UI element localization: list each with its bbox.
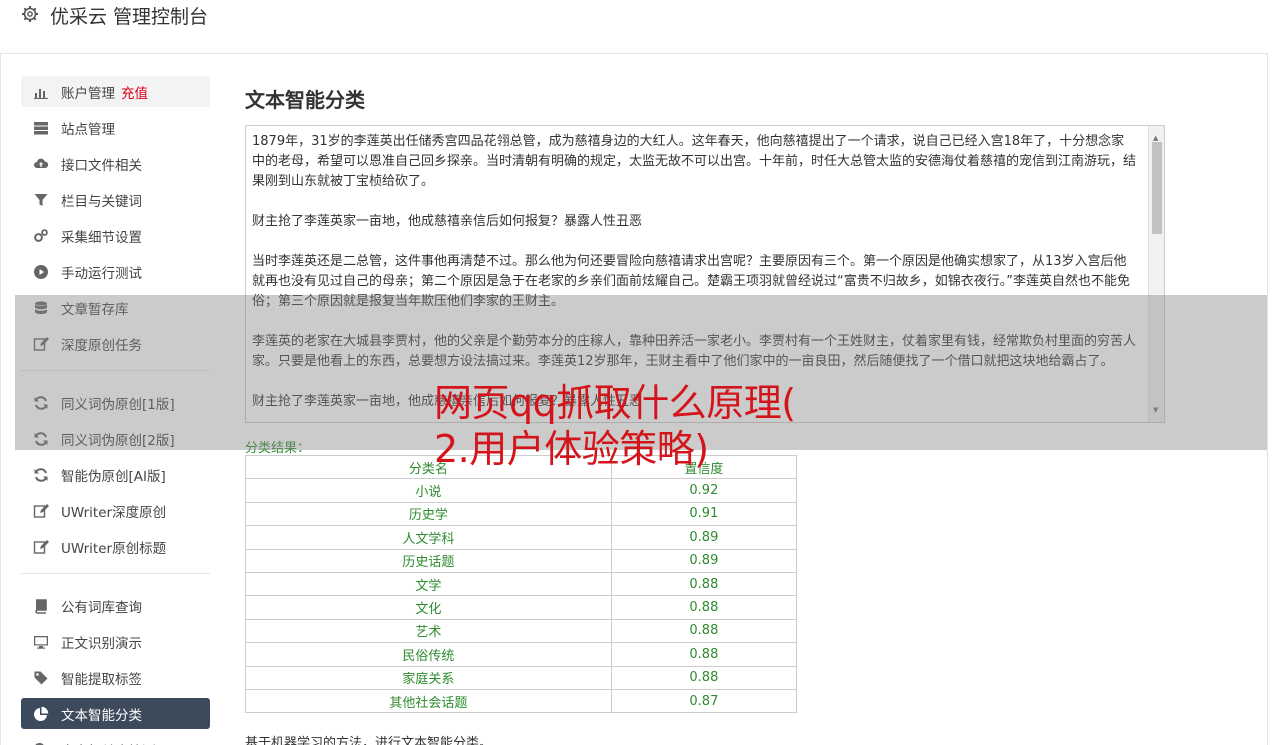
- overlay-headline: 网页qq抓取什么原理( 2.用户体验策略): [434, 380, 796, 472]
- confidence-cell: 0.88: [610, 618, 798, 644]
- sidebar-item-label: UWriter原创标题: [61, 540, 167, 557]
- sidebar-item-2-3[interactable]: 文本智能分类: [21, 698, 210, 729]
- category-cell: 文学: [245, 571, 612, 597]
- sidebar-item-label: 智能伪原创[AI版]: [61, 468, 166, 485]
- confidence-cell: 0.88: [610, 571, 798, 597]
- confidence-cell: 0.88: [610, 595, 798, 620]
- category-cell: 历史话题: [245, 548, 612, 573]
- sidebar-divider: [21, 573, 210, 574]
- table-row: 历史学 0.91: [245, 501, 798, 527]
- table-row: 其他社会话题 0.87: [245, 688, 798, 714]
- sidebar-item-label: 公有词库查询: [61, 599, 142, 616]
- pie-chart-icon: [32, 706, 50, 722]
- sidebar-item-2-4[interactable]: 内容相关度检测: [21, 734, 210, 745]
- gear-icon[interactable]: [20, 4, 40, 24]
- article-paragraph: 财主抢了李莲英家一亩地，他成慈禧亲信后如何报复？暴露人性丑恶: [252, 214, 643, 229]
- sidebar-item-0-1[interactable]: 站点管理: [21, 112, 210, 143]
- sidebar-item-label: UWriter深度原创: [61, 504, 167, 521]
- sidebar-item-label: 正文识别演示: [61, 635, 142, 652]
- table-row: 小说 0.92: [245, 478, 798, 503]
- table-row: 人文学科 0.89: [245, 525, 798, 550]
- sidebar-item-1-4[interactable]: UWriter原创标题: [21, 531, 210, 562]
- sidebar-item-1-3[interactable]: UWriter深度原创: [21, 495, 210, 526]
- sidebar-item-0-2[interactable]: 接口文件相关: [21, 148, 210, 179]
- book-icon: [32, 598, 50, 614]
- confidence-cell: 0.88: [610, 665, 798, 690]
- refresh-icon: [32, 467, 50, 483]
- edit-icon: [32, 503, 50, 519]
- confidence-cell: 0.87: [610, 688, 798, 714]
- recharge-link[interactable]: 充值: [121, 82, 148, 102]
- sidebar-item-label: 手动运行测试: [61, 265, 142, 282]
- table-row: 家庭关系 0.88: [245, 665, 798, 690]
- cogs-icon: [32, 228, 50, 244]
- category-cell: 文化: [245, 595, 612, 620]
- category-cell: 人文学科: [245, 525, 612, 550]
- category-cell: 其他社会话题: [245, 688, 612, 714]
- sidebar-item-label: 文本智能分类: [61, 707, 142, 724]
- category-cell: 艺术: [245, 618, 612, 644]
- sidebar-item-label: 栏目与关键词: [61, 193, 142, 210]
- category-cell: 历史学: [245, 501, 612, 527]
- sidebar-item-2-0[interactable]: 公有词库查询: [21, 590, 210, 621]
- filter-icon: [32, 192, 50, 208]
- table-row: 文学 0.88: [245, 571, 798, 597]
- sidebar-item-0-5[interactable]: 手动运行测试: [21, 256, 210, 287]
- category-cell: 小说: [245, 478, 612, 503]
- app-title: 优采云 管理控制台: [50, 6, 209, 28]
- table-row: 民俗传统 0.88: [245, 642, 798, 667]
- confidence-cell: 0.89: [610, 548, 798, 573]
- headline-line-1: 网页qq抓取什么原理(: [434, 381, 796, 425]
- bar-chart-icon: [32, 84, 50, 100]
- table-row: 历史话题 0.89: [245, 548, 798, 573]
- sidebar-item-2-1[interactable]: 正文识别演示: [21, 626, 210, 657]
- headline-line-2: 2.用户体验策略): [434, 427, 709, 471]
- footnote-text: 基于机器学习的方法，进行文本智能分类。: [245, 736, 493, 745]
- sidebar-item-label: 采集细节设置: [61, 229, 142, 246]
- sidebar-item-2-2[interactable]: 智能提取标签: [21, 662, 210, 693]
- sidebar-item-1-2[interactable]: 智能伪原创[AI版]: [21, 459, 210, 490]
- play-circle-icon: [32, 264, 50, 280]
- classification-table: 分类名 置信度 小说 0.92 历史学 0.91 人文学科 0.89 历史话题 0.89 文学 0…: [245, 454, 798, 714]
- category-cell: 民俗传统: [245, 642, 612, 667]
- edit-icon: [32, 539, 50, 555]
- sidebar-item-label: 账户管理: [61, 85, 115, 102]
- sidebar-item-label: 智能提取标签: [61, 671, 142, 688]
- category-cell: 家庭关系: [245, 665, 612, 690]
- scrollbar-thumb[interactable]: [1152, 142, 1162, 234]
- sidebar-item-label: 接口文件相关: [61, 157, 142, 174]
- sidebar-item-0-3[interactable]: 栏目与关键词: [21, 184, 210, 215]
- top-bar: 优采云 管理控制台: [0, 0, 1268, 54]
- sidebar-item-label: 内容相关度检测: [61, 740, 156, 745]
- confidence-cell: 0.91: [610, 501, 798, 527]
- cloud-upload-icon: [32, 156, 50, 172]
- table-row: 艺术 0.88: [245, 618, 798, 644]
- confidence-cell: 0.92: [610, 478, 798, 503]
- confidence-cell: 0.88: [610, 642, 798, 667]
- monitor-icon: [32, 634, 50, 650]
- search-icon: [32, 742, 50, 745]
- server-icon: [32, 120, 50, 136]
- tag-icon: [32, 670, 50, 686]
- page-title: 文本智能分类: [245, 88, 365, 112]
- sidebar-item-0-0[interactable]: 账户管理 充值: [21, 76, 210, 107]
- table-row: 文化 0.88: [245, 595, 798, 620]
- sidebar-item-label: 站点管理: [61, 121, 115, 138]
- confidence-cell: 0.89: [610, 525, 798, 550]
- article-paragraph: 1879年，31岁的李莲英出任储秀宫四品花翎总管，成为慈禧身边的大红人。这年春天…: [252, 134, 1137, 189]
- sidebar-item-0-4[interactable]: 采集细节设置: [21, 220, 210, 251]
